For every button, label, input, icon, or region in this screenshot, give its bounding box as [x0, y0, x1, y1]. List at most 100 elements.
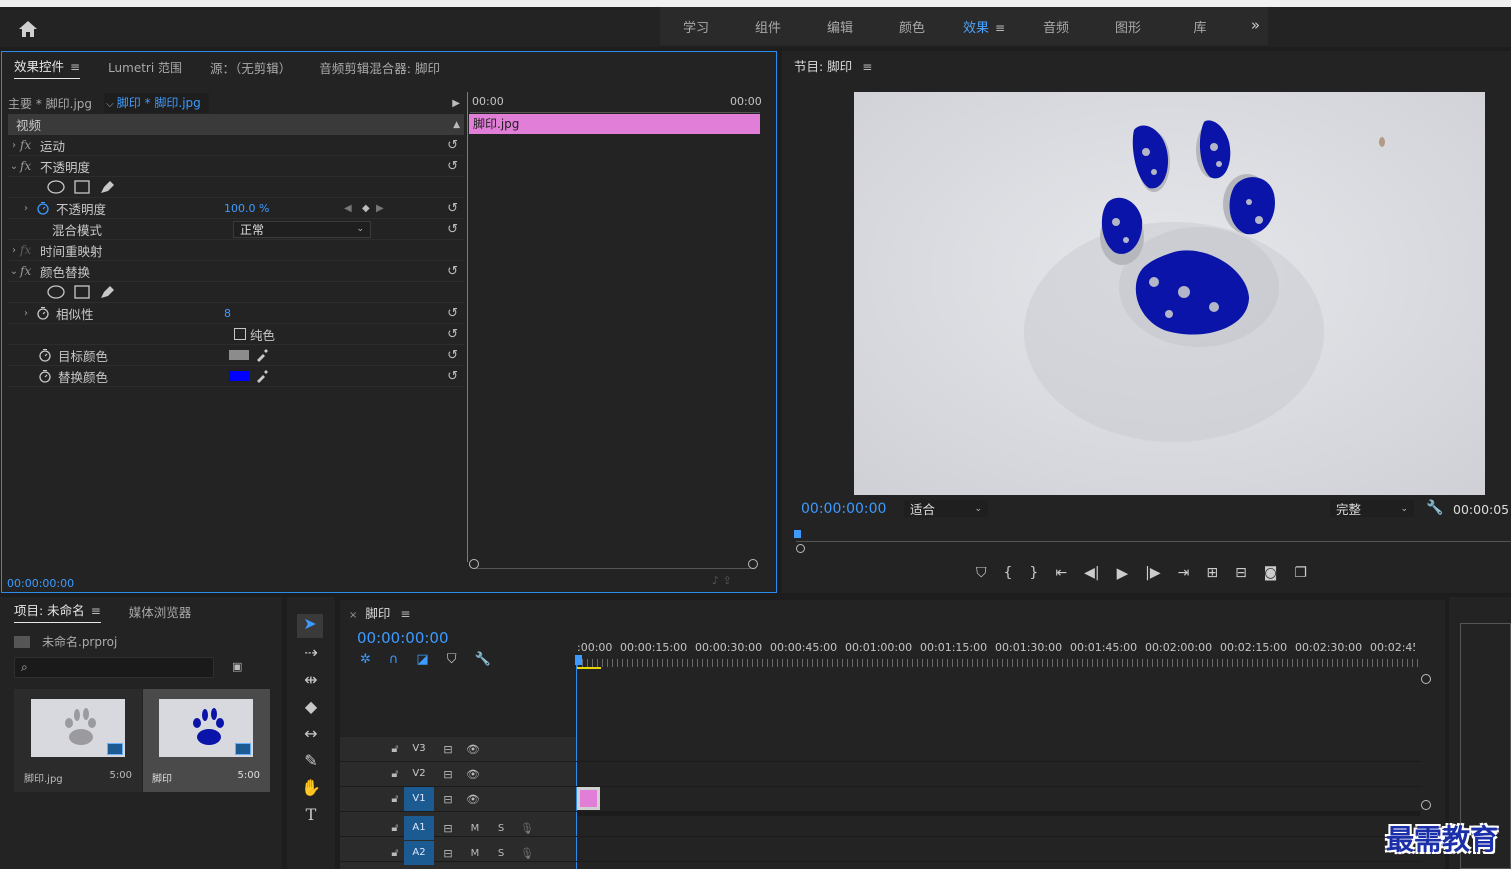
prev-keyframe-icon[interactable]: ◀ — [344, 203, 362, 214]
rectangle-mask-icon[interactable] — [72, 285, 92, 299]
play-triangle-icon[interactable]: ▶ — [452, 98, 460, 109]
workspace-tab-color[interactable]: 颜色 — [876, 17, 948, 36]
add-marker-icon[interactable]: ⛉ — [976, 565, 987, 581]
next-keyframe-icon[interactable]: ▶ — [376, 203, 384, 214]
go-to-out-icon[interactable]: ⇥ — [1178, 565, 1190, 581]
new-bin-icon[interactable]: ▣ — [232, 660, 242, 673]
stopwatch-icon[interactable] — [36, 201, 50, 215]
go-to-in-icon[interactable]: ⇤ — [1055, 565, 1067, 581]
razor-icon[interactable]: ◆ — [298, 697, 324, 716]
rectangle-mask-icon[interactable] — [72, 180, 92, 194]
sync-lock-icon[interactable]: ⊟ — [434, 793, 462, 806]
mark-out-icon[interactable]: } — [1029, 565, 1038, 581]
mute-button[interactable]: M — [462, 848, 488, 859]
program-monitor-title[interactable]: 节目: 脚印 ≡ — [794, 56, 872, 75]
workspace-tab-editing[interactable]: 编辑 — [804, 17, 876, 36]
microphone-icon[interactable]: 🎙︎ — [514, 822, 540, 835]
step-back-icon[interactable]: ◀| — [1084, 565, 1099, 581]
program-zoom-handle[interactable] — [796, 544, 805, 553]
ripple-edit-icon[interactable]: ⇹ — [298, 670, 324, 689]
effect-row-time-remap[interactable]: › fx 时间重映射 — [8, 240, 464, 261]
workspace-tab-graphics[interactable]: 图形 — [1092, 17, 1164, 36]
effect-row-color-replace[interactable]: ⌄ fx 颜色替换 ↺ — [8, 261, 464, 282]
effect-timeline-playhead[interactable] — [467, 92, 468, 562]
solo-button[interactable]: S — [488, 823, 514, 834]
replace-color-swatch[interactable] — [229, 371, 249, 381]
zoom-handle-left[interactable] — [469, 559, 479, 569]
lift-icon[interactable]: ⊞ — [1206, 565, 1218, 581]
lock-icon[interactable]: 🔓︎ — [386, 821, 404, 835]
hand-icon[interactable]: ✋ — [298, 778, 324, 797]
sync-lock-icon[interactable]: ⊟ — [434, 847, 462, 860]
track-target-badge[interactable]: A2 — [404, 841, 434, 865]
chevron-right-icon[interactable]: › — [8, 245, 20, 256]
lock-icon[interactable]: 🔓︎ — [386, 767, 404, 781]
track-target-badge[interactable]: V2 — [404, 762, 434, 786]
effect-zoom-scrollbar[interactable] — [474, 561, 756, 569]
effect-row-opacity[interactable]: ⌄ fx 不透明度 ↺ — [8, 156, 464, 177]
vertical-zoom-handle-top[interactable] — [1421, 674, 1431, 684]
fit-dropdown[interactable]: 适合 ⌄ — [904, 500, 988, 517]
lock-icon[interactable]: 🔓︎ — [386, 742, 404, 756]
sync-lock-icon[interactable]: ⊟ — [434, 768, 462, 781]
track-target-badge[interactable]: V3 — [404, 737, 434, 761]
timeline-timecode[interactable]: 00:00:00:00 — [357, 629, 449, 647]
sync-lock-icon[interactable]: ⊟ — [434, 822, 462, 835]
chevron-right-icon[interactable]: › — [20, 308, 32, 319]
step-forward-icon[interactable]: |▶ — [1145, 565, 1160, 581]
chevron-down-icon[interactable]: ⌄ — [8, 266, 20, 277]
zoom-handle-right[interactable] — [748, 559, 758, 569]
reset-icon[interactable]: ↺ — [447, 369, 458, 384]
program-timecode[interactable]: 00:00:00:00 — [801, 501, 886, 517]
add-keyframe-icon[interactable]: ◆ — [362, 203, 376, 214]
effect-timecode[interactable]: 00:00:00:00 — [7, 577, 74, 590]
sequence-clip-dropdown[interactable]: ⌵ 脚印 * 脚印.jpg — [104, 93, 209, 113]
fx-icon[interactable]: fx — [20, 159, 40, 173]
tab-media-browser[interactable]: 媒体浏览器 — [129, 602, 192, 621]
track-target-badge[interactable]: V1 — [404, 787, 434, 811]
hamburger-icon[interactable]: ≡ — [862, 60, 872, 74]
reset-icon[interactable]: ↺ — [447, 201, 458, 216]
ellipse-mask-icon[interactable] — [46, 180, 66, 194]
wrench-icon[interactable]: 🔧 — [1426, 500, 1443, 516]
selection-tool[interactable]: ➤ — [297, 614, 323, 638]
tab-lumetri-scopes[interactable]: Lumetri 范围 — [108, 59, 182, 76]
audio-icon[interactable]: ♪ ⇪ — [712, 574, 732, 587]
lock-icon[interactable]: 🔓︎ — [386, 792, 404, 806]
blend-mode-dropdown[interactable]: 正常 ⌄ — [233, 220, 371, 238]
eye-icon[interactable]: 👁︎ — [462, 768, 484, 781]
tab-effect-controls[interactable]: 效果控件 ≡ — [14, 56, 81, 79]
slip-icon[interactable]: ↔ — [298, 724, 324, 743]
chevron-right-icon[interactable]: › — [20, 203, 32, 214]
hamburger-icon[interactable]: ≡ — [91, 604, 101, 618]
mute-button[interactable]: M — [462, 823, 488, 834]
effect-clip-bar[interactable]: 脚印.jpg — [469, 114, 760, 134]
program-scrubber[interactable] — [796, 528, 1511, 542]
timeline-tab[interactable]: × 脚印 ≡ — [349, 603, 410, 622]
tab-project[interactable]: 项目: 未命名 ≡ — [14, 600, 101, 623]
camera-icon[interactable]: ◙ — [1264, 565, 1278, 581]
pen-mask-icon[interactable] — [98, 284, 118, 300]
stopwatch-icon[interactable] — [38, 369, 52, 383]
home-button[interactable] — [14, 17, 42, 41]
program-playhead[interactable] — [794, 530, 801, 538]
similarity-value[interactable]: 8 — [224, 307, 231, 320]
fx-icon[interactable]: fx — [20, 264, 40, 278]
reset-icon[interactable]: ↺ — [447, 306, 458, 321]
timeline-clip-v1[interactable] — [577, 787, 600, 810]
workspace-tab-assembly[interactable]: 组件 — [732, 17, 804, 36]
reset-icon[interactable]: ↺ — [447, 222, 458, 237]
mark-in-icon[interactable]: { — [1004, 565, 1013, 581]
snap-icon[interactable]: ∩ — [389, 652, 399, 667]
ellipse-mask-icon[interactable] — [46, 285, 66, 299]
workspace-tab-learn[interactable]: 学习 — [660, 17, 732, 36]
chevron-right-icon[interactable]: › — [8, 140, 20, 151]
track-select-icon[interactable]: ⇢ — [298, 643, 324, 662]
reset-icon[interactable]: ↺ — [447, 138, 458, 153]
hamburger-icon[interactable]: ≡ — [70, 60, 80, 74]
pen-icon[interactable]: ✎ — [298, 751, 324, 770]
opacity-value[interactable]: 100.0 % — [224, 202, 344, 215]
microphone-icon[interactable]: 🎙︎ — [514, 847, 540, 860]
timeline-ruler[interactable]: :00:00 00:00:15:00 00:00:30:00 00:00:45:… — [577, 641, 1422, 654]
solo-button[interactable]: S — [488, 848, 514, 859]
